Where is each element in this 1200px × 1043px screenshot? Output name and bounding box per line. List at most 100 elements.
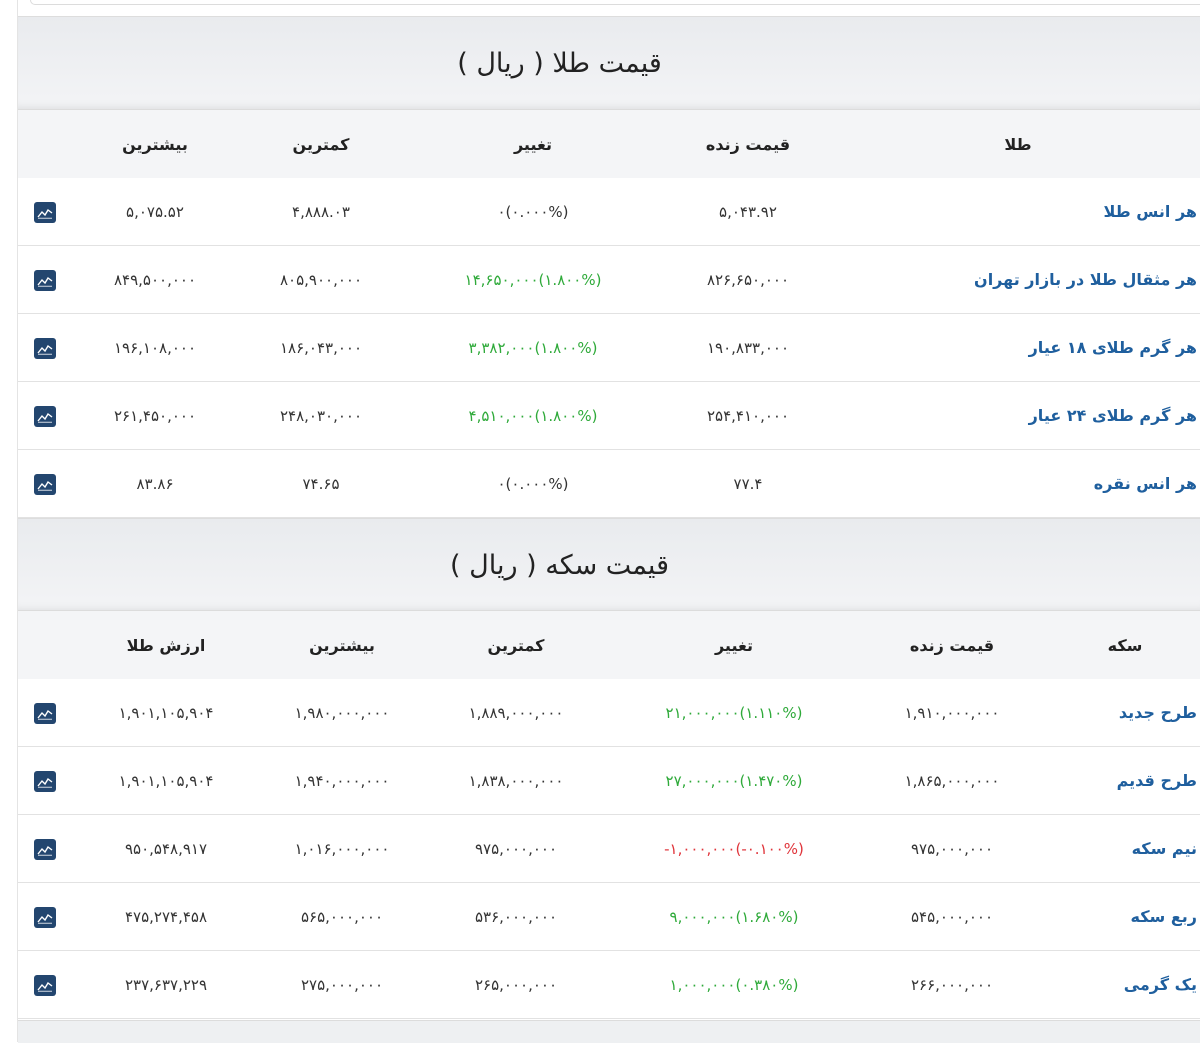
row-name-link[interactable]: طرح قدیم bbox=[1117, 747, 1197, 814]
row-low: ۱۸۶,۰۴۳,۰۰۰ bbox=[279, 338, 363, 357]
chart-button[interactable] bbox=[34, 703, 56, 724]
row-high: ۱۹۶,۱۰۸,۰۰۰ bbox=[113, 338, 197, 357]
change-amount: ۱,۰۰۰,۰۰۰ bbox=[669, 975, 736, 994]
row-name-link[interactable]: طرح جدید bbox=[1119, 679, 1197, 746]
row-change: -۱,۰۰۰,۰۰۰ (-۰.۱۰۰%) bbox=[634, 815, 834, 882]
change-amount: ۱۴,۶۵۰,۰۰۰ bbox=[464, 270, 539, 289]
row-low: ۲۶۵,۰۰۰,۰۰۰ bbox=[474, 975, 558, 994]
row-live: ۸۲۶,۶۵۰,۰۰۰ bbox=[706, 270, 790, 289]
chart-button[interactable] bbox=[34, 771, 56, 792]
row-gold-value: ۱,۹۰۱,۱۰۵,۹۰۴ bbox=[118, 703, 214, 722]
chart-button[interactable] bbox=[34, 474, 56, 495]
change-percent: (-۰.۱۰۰%) bbox=[735, 839, 804, 858]
row-name-link[interactable]: هر مثقال طلا در بازار تهران bbox=[974, 246, 1197, 313]
row-high: ۱,۰۱۶,۰۰۰,۰۰۰ bbox=[294, 839, 390, 858]
gold-header-change: تغییر bbox=[513, 134, 553, 154]
table-row: هر مثقال طلا در بازار تهران ۸۲۶,۶۵۰,۰۰۰ ۱۴… bbox=[18, 246, 1200, 314]
change-amount: ۳,۳۸۲,۰۰۰ bbox=[468, 338, 535, 357]
row-name-link[interactable]: ربع سکه bbox=[1131, 883, 1197, 950]
coin-header-low: کمترین bbox=[487, 635, 545, 655]
row-gold-value: ۲۳۷,۶۳۷,۲۲۹ bbox=[124, 975, 208, 994]
row-high: ۲۷۵,۰۰۰,۰۰۰ bbox=[300, 975, 384, 994]
row-change: ۲۷,۰۰۰,۰۰۰ (۱.۴۷۰%) bbox=[634, 747, 834, 814]
row-high: ۱,۹۴۰,۰۰۰,۰۰۰ bbox=[294, 771, 390, 790]
change-amount: -۱,۰۰۰,۰۰۰ bbox=[664, 839, 736, 858]
top-divider bbox=[30, 0, 1200, 5]
gold-header-low: کمترین bbox=[292, 134, 350, 154]
gold-header-name: طلا bbox=[1004, 134, 1032, 154]
coin-header-name: سکه bbox=[1107, 635, 1143, 655]
row-change: ۹,۰۰۰,۰۰۰ (۱.۶۸۰%) bbox=[634, 883, 834, 950]
row-high: ۵,۰۷۵.۵۲ bbox=[126, 202, 184, 221]
row-low: ۱,۸۳۸,۰۰۰,۰۰۰ bbox=[468, 771, 564, 790]
table-row: هر انس نقره ۷۷.۴ ۰ (۰.۰۰۰%) ۷۴.۶۵ ۸۳.۸۶ bbox=[18, 450, 1200, 518]
row-high: ۸۳.۸۶ bbox=[136, 474, 174, 493]
table-row: هر گرم طلای ۱۸ عیار ۱۹۰,۸۳۳,۰۰۰ ۳,۳۸۲,۰۰۰(… bbox=[18, 314, 1200, 382]
chart-line-icon bbox=[37, 275, 53, 287]
row-gold-value: ۴۷۵,۲۷۴,۴۵۸ bbox=[124, 907, 208, 926]
chart-line-icon bbox=[37, 844, 53, 856]
change-amount: ۲۱,۰۰۰,۰۰۰ bbox=[665, 703, 740, 722]
row-live: ۲۵۴,۴۱۰,۰۰۰ bbox=[706, 406, 790, 425]
chart-button[interactable] bbox=[34, 406, 56, 427]
row-low: ۱,۸۸۹,۰۰۰,۰۰۰ bbox=[468, 703, 564, 722]
row-live: ۵,۰۴۳.۹۲ bbox=[719, 202, 777, 221]
coin-header-change: تغییر bbox=[714, 635, 754, 655]
row-high: ۸۴۹,۵۰۰,۰۰۰ bbox=[113, 270, 197, 289]
change-amount: ۴,۵۱۰,۰۰۰ bbox=[468, 406, 535, 425]
table-row: نیم سکه ۹۷۵,۰۰۰,۰۰۰ -۱,۰۰۰,۰۰۰ (-۰.۱۰۰%) ۹۷۵… bbox=[18, 815, 1200, 883]
change-percent: (۰.۳۸۰%) bbox=[735, 975, 799, 994]
row-live: ۵۴۵,۰۰۰,۰۰۰ bbox=[910, 907, 994, 926]
row-low: ۲۴۸,۰۳۰,۰۰۰ bbox=[279, 406, 363, 425]
row-change: ۱,۰۰۰,۰۰۰ (۰.۳۸۰%) bbox=[634, 951, 834, 1018]
change-amount: ۹,۰۰۰,۰۰۰ bbox=[669, 907, 736, 926]
gold-table-header: طلا قیمت زنده تغییر کمترین بیشترین bbox=[18, 109, 1200, 179]
chart-line-icon bbox=[37, 912, 53, 924]
chart-line-icon bbox=[37, 343, 53, 355]
row-low: ۵۳۶,۰۰۰,۰۰۰ bbox=[474, 907, 558, 926]
table-row: یک گرمی ۲۶۶,۰۰۰,۰۰۰ ۱,۰۰۰,۰۰۰ (۰.۳۸۰%) ۲۶۵,۰… bbox=[18, 951, 1200, 1019]
change-amount: ۰ bbox=[497, 202, 506, 221]
row-change: ۳,۳۸۲,۰۰۰ (۱.۸۰۰%) bbox=[433, 314, 633, 381]
gold-section-title: قیمت طلا ( ریال ) bbox=[18, 16, 1200, 109]
row-gold-value: ۹۵۰,۵۴۸,۹۱۷ bbox=[124, 839, 208, 858]
chart-button[interactable] bbox=[34, 202, 56, 223]
row-high: ۱,۹۸۰,۰۰۰,۰۰۰ bbox=[294, 703, 390, 722]
gold-header-high: بیشترین bbox=[122, 134, 188, 154]
row-change: ۰ (۰.۰۰۰%) bbox=[433, 178, 633, 245]
chart-button[interactable] bbox=[34, 338, 56, 359]
change-percent: (۱.۸۰۰%) bbox=[534, 338, 598, 357]
row-name-link[interactable]: هر انس نقره bbox=[1094, 450, 1197, 517]
row-change: ۰ (۰.۰۰۰%) bbox=[433, 450, 633, 517]
table-row: ربع سکه ۵۴۵,۰۰۰,۰۰۰ ۹,۰۰۰,۰۰۰ (۱.۶۸۰%) ۵۳۶,۰… bbox=[18, 883, 1200, 951]
gold-title: قیمت طلا ( ریال ) bbox=[457, 47, 662, 79]
row-low: ۸۰۵,۹۰۰,۰۰۰ bbox=[279, 270, 363, 289]
chart-button[interactable] bbox=[34, 270, 56, 291]
row-name-link[interactable]: هر انس طلا bbox=[1103, 178, 1197, 245]
table-row: هر گرم طلای ۲۴ عیار ۲۵۴,۴۱۰,۰۰۰ ۴,۵۱۰,۰۰۰(… bbox=[18, 382, 1200, 450]
coin-section-title: قیمت سکه ( ریال ) bbox=[18, 518, 1200, 611]
change-percent: (۰.۰۰۰%) bbox=[505, 202, 569, 221]
coin-header-live: قیمت زنده bbox=[909, 635, 995, 655]
row-change: ۲۱,۰۰۰,۰۰۰ (۱.۱۱۰%) bbox=[634, 679, 834, 746]
change-amount: ۲۷,۰۰۰,۰۰۰ bbox=[665, 771, 740, 790]
row-name-link[interactable]: هر گرم طلای ۱۸ عیار bbox=[1029, 314, 1197, 381]
chart-button[interactable] bbox=[34, 907, 56, 928]
row-name-link[interactable]: هر گرم طلای ۲۴ عیار bbox=[1029, 382, 1197, 449]
change-percent: (۰.۰۰۰%) bbox=[505, 474, 569, 493]
row-low: ۴,۸۸۸.۰۳ bbox=[292, 202, 350, 221]
chart-button[interactable] bbox=[34, 839, 56, 860]
chart-line-icon bbox=[37, 708, 53, 720]
row-low: ۷۴.۶۵ bbox=[302, 474, 340, 493]
row-name-link[interactable]: نیم سکه bbox=[1132, 815, 1197, 882]
row-live: ۱,۸۶۵,۰۰۰,۰۰۰ bbox=[904, 771, 1000, 790]
chart-line-icon bbox=[37, 479, 53, 491]
chart-button[interactable] bbox=[34, 975, 56, 996]
row-live: ۱۹۰,۸۳۳,۰۰۰ bbox=[706, 338, 790, 357]
change-percent: (۱.۱۱۰%) bbox=[739, 703, 803, 722]
row-name-link[interactable]: یک گرمی bbox=[1124, 951, 1197, 1018]
change-amount: ۰ bbox=[497, 474, 506, 493]
next-section-edge bbox=[18, 1020, 1200, 1043]
table-row: هر انس طلا ۵,۰۴۳.۹۲ ۰ (۰.۰۰۰%) ۴,۸۸۸.۰۳ ۵,۰۷۵… bbox=[18, 178, 1200, 246]
chart-line-icon bbox=[37, 776, 53, 788]
